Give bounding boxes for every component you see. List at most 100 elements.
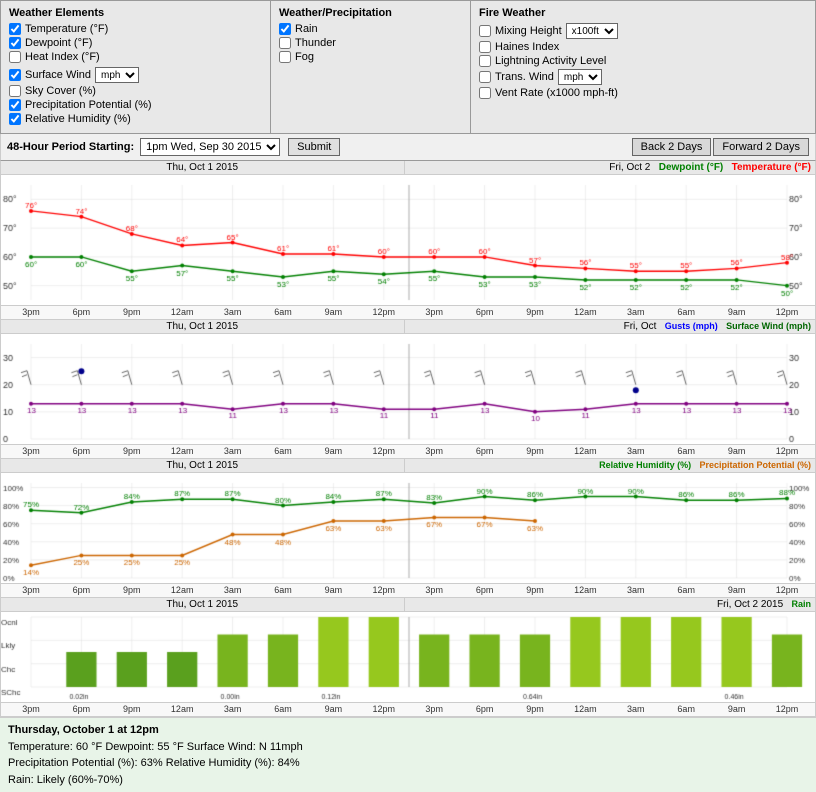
time-tick: 12pm	[373, 704, 396, 714]
time-tick: 9pm	[123, 446, 141, 456]
time-tick: 6am	[274, 307, 292, 317]
time-tick: 12am	[574, 704, 597, 714]
time-tick: 3pm	[425, 446, 443, 456]
period-label: 48-Hour Period Starting:	[7, 141, 134, 153]
time-tick: 12am	[171, 704, 194, 714]
rh-legend: Relative Humidity (%)	[599, 460, 691, 470]
time-tick: 9am	[728, 307, 746, 317]
rain-title-left: Thu, Oct 1 2015	[1, 598, 405, 611]
thunder-checkbox[interactable]	[279, 37, 291, 49]
back-days-button[interactable]: Back 2 Days	[632, 138, 712, 156]
weather-precip-title: Weather/Precipitation	[279, 7, 462, 19]
thunder-label: Thunder	[295, 37, 336, 49]
time-tick: 3am	[224, 307, 242, 317]
heat-index-label: Heat Index (°F)	[25, 51, 100, 63]
time-tick: 12am	[171, 585, 194, 595]
charts-container: Thu, Oct 1 2015 Fri, Oct 2 Dewpoint (°F)…	[0, 161, 816, 717]
time-tick: 9pm	[526, 307, 544, 317]
time-tick: 3pm	[425, 307, 443, 317]
humidity-chart: Thu, Oct 1 2015 Relative Humidity (%) Pr…	[1, 459, 815, 598]
temp-dew-right-date: Fri, Oct 2	[609, 162, 650, 173]
rain-checkbox[interactable]	[279, 23, 291, 35]
precip-potential-checkbox[interactable]	[9, 99, 21, 111]
time-tick: 3am	[224, 585, 242, 595]
haines-label: Haines Index	[495, 41, 559, 53]
time-tick: 6pm	[73, 446, 91, 456]
humidity-title-right: Relative Humidity (%) Precipitation Pote…	[405, 459, 816, 472]
rain-chart: Thu, Oct 1 2015 Fri, Oct 2 2015 Rain 3pm…	[1, 598, 815, 716]
temp-dew-title-right: Fri, Oct 2 Dewpoint (°F) Temperature (°F…	[405, 161, 816, 174]
info-line2: Temperature: 60 °F Dewpoint: 55 °F Surfa…	[8, 739, 808, 756]
surface-wind-checkbox[interactable]	[9, 69, 21, 81]
time-tick: 12pm	[776, 446, 799, 456]
time-tick: 12pm	[776, 704, 799, 714]
time-tick: 9am	[728, 704, 746, 714]
time-tick: 12pm	[373, 446, 396, 456]
vent-rate-checkbox[interactable]	[479, 87, 491, 99]
rel-humidity-checkbox[interactable]	[9, 113, 21, 125]
temp-checkbox[interactable]	[9, 23, 21, 35]
fog-label: Fog	[295, 51, 314, 63]
forward-days-button[interactable]: Forward 2 Days	[713, 138, 809, 156]
humidity-chart-area	[1, 473, 815, 583]
temp-dew-chart-area	[1, 175, 815, 305]
time-tick: 6pm	[476, 704, 494, 714]
submit-button[interactable]: Submit	[288, 138, 340, 156]
time-tick: 3am	[627, 585, 645, 595]
time-tick: 3pm	[425, 704, 443, 714]
fog-checkbox[interactable]	[279, 51, 291, 63]
temp-legend: Temperature (°F)	[732, 162, 811, 173]
weather-precip-section: Weather/Precipitation Rain Thunder Fog	[271, 1, 471, 133]
rel-humidity-label: Relative Humidity (%)	[25, 113, 131, 125]
time-tick: 6am	[677, 585, 695, 595]
time-tick: 12pm	[373, 307, 396, 317]
time-tick: 6pm	[73, 704, 91, 714]
time-tick: 9am	[325, 704, 343, 714]
lightning-label: Lightning Activity Level	[495, 55, 606, 67]
surface-wind-legend: Surface Wind (mph)	[726, 321, 811, 331]
wind-chart-area	[1, 334, 815, 444]
time-tick: 3am	[224, 704, 242, 714]
time-tick: 12am	[171, 446, 194, 456]
time-tick: 3am	[627, 704, 645, 714]
time-tick: 6pm	[476, 307, 494, 317]
mixing-height-checkbox[interactable]	[479, 25, 491, 37]
trans-wind-label: Trans. Wind	[495, 71, 554, 83]
trans-wind-checkbox[interactable]	[479, 71, 491, 83]
time-tick: 6am	[677, 704, 695, 714]
humidity-title-bar: Thu, Oct 1 2015 Relative Humidity (%) Pr…	[1, 459, 815, 473]
rain-time-axis: 3pm6pm9pm12am3am6am9am12pm3pm6pm9pm12am3…	[1, 702, 815, 716]
dewpoint-checkbox[interactable]	[9, 37, 21, 49]
time-tick: 6am	[677, 446, 695, 456]
rain-title-right: Fri, Oct 2 2015 Rain	[405, 598, 816, 611]
time-tick: 12am	[171, 307, 194, 317]
rain-label: Rain	[295, 23, 318, 35]
fire-weather-section: Fire Weather Mixing Height x100ftm Haine…	[471, 1, 815, 133]
wind-title-left: Thu, Oct 1 2015	[1, 320, 405, 333]
time-tick: 12am	[574, 307, 597, 317]
weather-elements-section: Weather Elements Temperature (°F) Dewpoi…	[1, 1, 271, 133]
time-tick: 3pm	[425, 585, 443, 595]
dewpoint-label: Dewpoint (°F)	[25, 37, 92, 49]
heat-index-checkbox[interactable]	[9, 51, 21, 63]
mixing-height-unit-select[interactable]: x100ftm	[566, 23, 618, 39]
humidity-title-left: Thu, Oct 1 2015	[1, 459, 405, 472]
surface-wind-label: Surface Wind	[25, 69, 91, 81]
temp-label: Temperature (°F)	[25, 23, 108, 35]
time-tick: 3am	[627, 307, 645, 317]
trans-wind-unit-select[interactable]: mphkts	[558, 69, 602, 85]
time-tick: 9am	[325, 585, 343, 595]
time-tick: 12pm	[776, 585, 799, 595]
sky-cover-label: Sky Cover (%)	[25, 85, 96, 97]
weather-elements-title: Weather Elements	[9, 7, 262, 19]
haines-checkbox[interactable]	[479, 41, 491, 53]
surface-wind-unit-select[interactable]: mphkts	[95, 67, 139, 83]
fire-weather-title: Fire Weather	[479, 7, 807, 19]
lightning-checkbox[interactable]	[479, 55, 491, 67]
time-tick: 12am	[574, 585, 597, 595]
date-select[interactable]: 1pm Wed, Sep 30 2015	[140, 138, 280, 156]
rain-chart-area	[1, 612, 815, 702]
time-tick: 6am	[274, 585, 292, 595]
time-tick: 6pm	[73, 307, 91, 317]
sky-cover-checkbox[interactable]	[9, 85, 21, 97]
